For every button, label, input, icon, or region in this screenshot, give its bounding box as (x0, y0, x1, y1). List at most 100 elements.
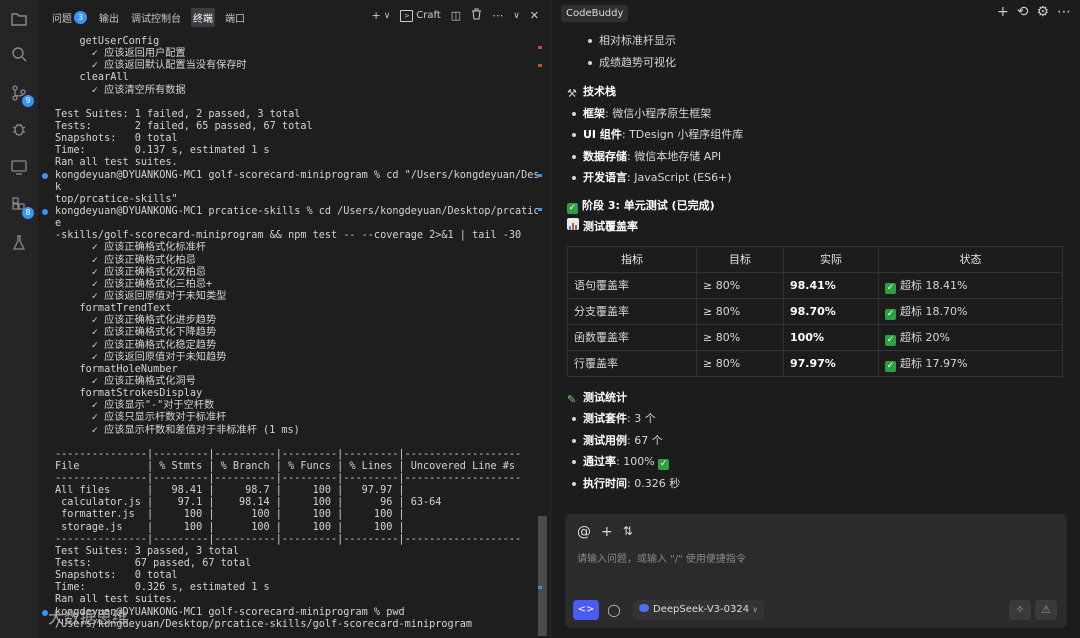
terminal-line: Time: 0.326 s, estimated 1 s (55, 582, 270, 594)
terminal-output[interactable]: getUserConfig ✓ 应该返回用户配置 ✓ 应该返回默认配置当没有保存… (38, 36, 538, 638)
status-cell: ✓ 超标 18.41% (878, 271, 1063, 299)
model-selector[interactable]: DeepSeek-V3-0324 ∨ (633, 600, 765, 620)
check-icon: ✓ (567, 202, 578, 214)
target-cell: ≥ 80% (696, 297, 784, 325)
list-item: 开发语言: JavaScript (ES6+) (567, 167, 1072, 189)
table-row: 分支覆盖率 ≥ 80% 98.70% ✓ 超标 18.70% (567, 297, 1063, 325)
enhance-prompt-button[interactable]: ✧ (1009, 600, 1031, 620)
terminal-actions: + ∨ > Craft ◫ ⋯ ∨ ✕ (361, 8, 539, 23)
terminal-line: Tests: 67 passed, 67 total (55, 558, 252, 570)
source-control-icon[interactable]: 9 (9, 84, 34, 107)
check-icon: ✓ (885, 282, 896, 294)
extensions-badge: 8 (22, 207, 34, 219)
table-header: 状态 (878, 245, 1063, 273)
scroll-command-marker (538, 174, 542, 177)
chevron-down-icon: ∨ (752, 605, 759, 614)
chat-input-box[interactable]: @ + ⇅ 请输入问题，或输入 "/" 使用便捷指令 <> ◯ DeepSeek… (565, 514, 1067, 628)
tools-icon[interactable]: ⇅ (623, 524, 633, 540)
terminal-line: Time: 0.137 s, estimated 1 s (55, 145, 270, 157)
table-header: 指标 (567, 245, 697, 273)
tab-4[interactable]: 端口 (223, 8, 247, 27)
check-icon: ✓ (885, 308, 896, 320)
tab-label: 调试控制台 (131, 13, 181, 25)
debug-icon[interactable] (9, 120, 29, 140)
testing-flask-icon[interactable] (9, 234, 29, 254)
terminal-line: Test Suites: 1 failed, 2 passed, 3 total (55, 108, 301, 120)
add-context-icon[interactable]: + (601, 524, 613, 540)
list-item: 通过率: 100% ✓ (567, 451, 1072, 473)
terminal-line: kongdeyuan@DYUANKONG-MC1 golf-scorecard-… (38, 170, 538, 182)
terminal-line: ✓ 应该显示杆数和差值对于非标准杆 (1 ms) (55, 424, 300, 436)
tab-label: 问题 (52, 13, 72, 25)
chat-message: 相对标准杆显示 成绩趋势可视化 ⚒ 技术栈 框架: 微信小程序原生框架 UI 组件… (567, 30, 1072, 500)
terminal-line: ✓ 应该返回默认配置当没有保存时 (55, 60, 247, 72)
list-item: 相对标准杆显示 (583, 30, 1072, 52)
kill-terminal-icon[interactable] (471, 8, 482, 23)
terminal-line: top/prcatice-skills" (55, 193, 178, 205)
terminal-scrollbar[interactable] (538, 36, 547, 636)
terminal-line: ✓ 应该正确格式化三柏忌+ (55, 278, 213, 290)
terminal-scrollbar-thumb[interactable] (538, 516, 547, 636)
settings-icon[interactable]: ⚙ (1036, 4, 1049, 20)
more-icon[interactable]: ⋯ (1057, 4, 1071, 20)
stage-heading: ✓ 阶段 3: 单元测试 (已完成) (567, 198, 715, 214)
input-toolbar: @ + ⇅ (577, 524, 643, 540)
terminal-line: ✓ 应该正确格式化双柏忌 (55, 266, 206, 278)
send-button[interactable]: ⚠ (1035, 600, 1057, 620)
list-item: 数据存储: 微信本地存储 API (567, 146, 1072, 168)
terminal-line: ✓ 应该正确格式化下降趋势 (55, 327, 217, 339)
terminal-line: ---------------|---------|----------|---… (55, 533, 522, 545)
metric-cell: 函数覆盖率 (567, 323, 697, 351)
scroll-error-marker (538, 64, 542, 67)
activity-bar: 9 8 (0, 0, 39, 638)
terminal-line: ✓ 应该正确格式化标准杆 (55, 242, 206, 254)
maximize-panel-icon[interactable]: ∨ (513, 11, 520, 21)
tab-1[interactable]: 输出 (97, 8, 121, 27)
table-row: 行覆盖率 ≥ 80% 97.97% ✓ 超标 17.97% (567, 349, 1063, 377)
tab-2[interactable]: 调试控制台 (129, 8, 183, 27)
actual-cell: 100% (783, 323, 879, 351)
search-icon[interactable] (9, 45, 29, 65)
close-panel-icon[interactable]: ✕ (530, 9, 539, 22)
terminal-dropdown-icon[interactable]: ∨ (384, 11, 391, 21)
history-icon[interactable]: ⟲ (1017, 4, 1029, 20)
terminal-line: kongdeyuan@DYUANKONG-MC1 prcatice-skills… (38, 206, 538, 218)
tab-3[interactable]: 终端 (191, 7, 215, 27)
craft-mode-button[interactable]: <> (573, 600, 599, 620)
terminal-shell-label[interactable]: Craft (416, 10, 441, 21)
extensions-icon[interactable]: 8 (9, 196, 34, 219)
status-cell: ✓ 超标 18.70% (878, 297, 1063, 325)
metric-cell: 语句覆盖率 (567, 271, 697, 299)
terminal-line: ✓ 应该返回用户配置 (55, 48, 186, 60)
chart-icon (567, 218, 579, 230)
table-row: 函数覆盖率 ≥ 80% 100% ✓ 超标 20% (567, 323, 1063, 351)
remote-explorer-icon[interactable] (9, 158, 29, 178)
tools-icon: ⚒ (567, 87, 577, 100)
terminal-line: ✓ 应该正确格式化稳定趋势 (55, 339, 217, 351)
more-actions-icon[interactable]: ⋯ (492, 9, 503, 22)
split-terminal-icon[interactable]: ◫ (451, 9, 461, 22)
terminal-line: formatter.js | 100 | 100 | 100 | 100 | (55, 509, 405, 521)
chat-mode-icon[interactable]: ◯ (603, 600, 625, 620)
terminal-line: formatHoleNumber (55, 363, 178, 375)
terminal-shell-icon[interactable]: > (400, 9, 414, 22)
tab-label: 输出 (99, 13, 119, 25)
codebuddy-panel: CodeBuddy + ⟲ ⚙ ⋯ 相对标准杆显示 成绩趋势可视化 ⚒ 技术栈 框… (550, 0, 1080, 638)
terminal-line: ✓ 应该返回原值对于未知趋势 (55, 351, 227, 363)
terminal-line: Tests: 2 failed, 65 passed, 67 total (55, 120, 313, 132)
terminal-line: ✓ 应该正确格式化柏忌 (55, 254, 196, 266)
check-icon: ✓ (885, 334, 896, 346)
terminal-line: ✓ 应该清空所有数据 (55, 84, 186, 96)
chat-input-placeholder[interactable]: 请输入问题，或输入 "/" 使用便捷指令 (577, 550, 746, 565)
explorer-icon[interactable] (9, 10, 29, 30)
new-chat-button[interactable]: + (997, 4, 1009, 20)
table-row: 语句覆盖率 ≥ 80% 98.41% ✓ 超标 18.41% (567, 271, 1063, 299)
terminal-line: ---------------|---------|----------|---… (55, 448, 522, 460)
tab-0[interactable]: 问题 3 (50, 8, 89, 27)
new-terminal-button[interactable]: + (371, 9, 380, 22)
terminal-line: formatTrendText (55, 303, 172, 315)
mention-icon[interactable]: @ (577, 524, 591, 540)
check-icon: ✓ (885, 360, 896, 372)
terminal-line: k (55, 181, 62, 193)
